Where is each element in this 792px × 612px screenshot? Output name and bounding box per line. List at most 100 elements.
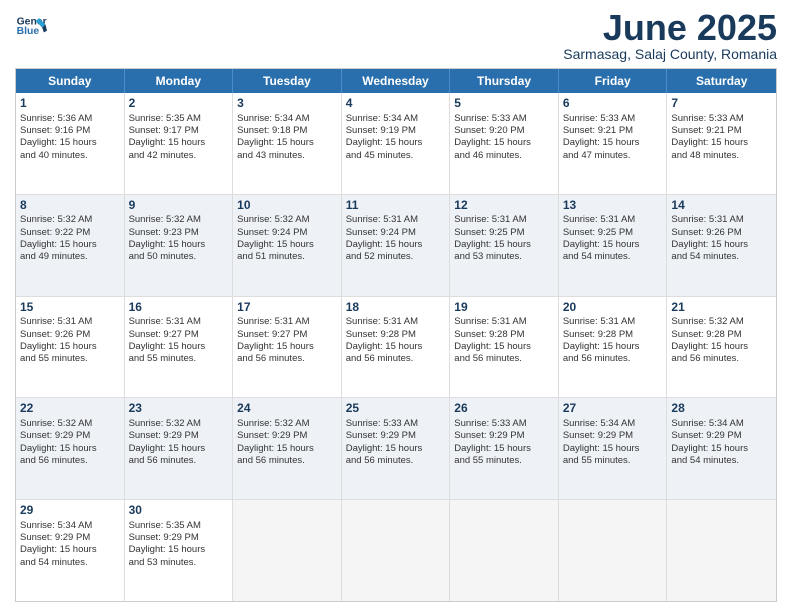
day-number: 27 xyxy=(563,401,663,417)
calendar-cell: 14Sunrise: 5:31 AM Sunset: 9:26 PM Dayli… xyxy=(667,195,776,296)
calendar-cell: 8Sunrise: 5:32 AM Sunset: 9:22 PM Daylig… xyxy=(16,195,125,296)
week-row-5: 29Sunrise: 5:34 AM Sunset: 9:29 PM Dayli… xyxy=(16,500,776,601)
day-info: Sunrise: 5:32 AM Sunset: 9:28 PM Dayligh… xyxy=(671,316,772,365)
calendar-cell: 25Sunrise: 5:33 AM Sunset: 9:29 PM Dayli… xyxy=(342,398,451,499)
calendar-cell: 9Sunrise: 5:32 AM Sunset: 9:23 PM Daylig… xyxy=(125,195,234,296)
day-number: 22 xyxy=(20,401,120,417)
calendar-cell: 16Sunrise: 5:31 AM Sunset: 9:27 PM Dayli… xyxy=(125,297,234,398)
calendar-cell: 3Sunrise: 5:34 AM Sunset: 9:18 PM Daylig… xyxy=(233,93,342,194)
calendar-body: 1Sunrise: 5:36 AM Sunset: 9:16 PM Daylig… xyxy=(16,93,776,601)
calendar-cell: 12Sunrise: 5:31 AM Sunset: 9:25 PM Dayli… xyxy=(450,195,559,296)
calendar-cell: 19Sunrise: 5:31 AM Sunset: 9:28 PM Dayli… xyxy=(450,297,559,398)
day-info: Sunrise: 5:31 AM Sunset: 9:25 PM Dayligh… xyxy=(563,214,663,263)
day-info: Sunrise: 5:34 AM Sunset: 9:19 PM Dayligh… xyxy=(346,113,446,162)
day-number: 25 xyxy=(346,401,446,417)
calendar-cell: 22Sunrise: 5:32 AM Sunset: 9:29 PM Dayli… xyxy=(16,398,125,499)
calendar-cell: 10Sunrise: 5:32 AM Sunset: 9:24 PM Dayli… xyxy=(233,195,342,296)
calendar-cell xyxy=(233,500,342,601)
calendar-cell: 5Sunrise: 5:33 AM Sunset: 9:20 PM Daylig… xyxy=(450,93,559,194)
day-info: Sunrise: 5:32 AM Sunset: 9:22 PM Dayligh… xyxy=(20,214,120,263)
calendar-cell: 30Sunrise: 5:35 AM Sunset: 9:29 PM Dayli… xyxy=(125,500,234,601)
day-info: Sunrise: 5:31 AM Sunset: 9:28 PM Dayligh… xyxy=(563,316,663,365)
calendar-cell xyxy=(559,500,668,601)
header-tuesday: Tuesday xyxy=(233,69,342,93)
calendar-cell: 7Sunrise: 5:33 AM Sunset: 9:21 PM Daylig… xyxy=(667,93,776,194)
calendar-cell xyxy=(342,500,451,601)
day-info: Sunrise: 5:32 AM Sunset: 9:29 PM Dayligh… xyxy=(129,418,229,467)
day-info: Sunrise: 5:32 AM Sunset: 9:29 PM Dayligh… xyxy=(237,418,337,467)
calendar-cell: 4Sunrise: 5:34 AM Sunset: 9:19 PM Daylig… xyxy=(342,93,451,194)
day-number: 18 xyxy=(346,300,446,316)
week-row-1: 1Sunrise: 5:36 AM Sunset: 9:16 PM Daylig… xyxy=(16,93,776,195)
day-number: 20 xyxy=(563,300,663,316)
day-number: 2 xyxy=(129,96,229,112)
day-info: Sunrise: 5:33 AM Sunset: 9:29 PM Dayligh… xyxy=(346,418,446,467)
svg-text:Blue: Blue xyxy=(17,26,40,37)
calendar-cell: 6Sunrise: 5:33 AM Sunset: 9:21 PM Daylig… xyxy=(559,93,668,194)
calendar-cell: 1Sunrise: 5:36 AM Sunset: 9:16 PM Daylig… xyxy=(16,93,125,194)
day-info: Sunrise: 5:32 AM Sunset: 9:23 PM Dayligh… xyxy=(129,214,229,263)
day-number: 14 xyxy=(671,198,772,214)
day-number: 23 xyxy=(129,401,229,417)
day-info: Sunrise: 5:32 AM Sunset: 9:24 PM Dayligh… xyxy=(237,214,337,263)
day-info: Sunrise: 5:31 AM Sunset: 9:27 PM Dayligh… xyxy=(129,316,229,365)
calendar-cell: 17Sunrise: 5:31 AM Sunset: 9:27 PM Dayli… xyxy=(233,297,342,398)
header-sunday: Sunday xyxy=(16,69,125,93)
logo: General Blue xyxy=(15,10,47,42)
calendar-cell: 27Sunrise: 5:34 AM Sunset: 9:29 PM Dayli… xyxy=(559,398,668,499)
day-number: 13 xyxy=(563,198,663,214)
day-number: 17 xyxy=(237,300,337,316)
day-number: 16 xyxy=(129,300,229,316)
day-info: Sunrise: 5:34 AM Sunset: 9:29 PM Dayligh… xyxy=(671,418,772,467)
calendar-cell xyxy=(450,500,559,601)
calendar-cell: 18Sunrise: 5:31 AM Sunset: 9:28 PM Dayli… xyxy=(342,297,451,398)
logo-icon: General Blue xyxy=(15,10,47,42)
day-number: 15 xyxy=(20,300,120,316)
day-info: Sunrise: 5:34 AM Sunset: 9:29 PM Dayligh… xyxy=(563,418,663,467)
week-row-3: 15Sunrise: 5:31 AM Sunset: 9:26 PM Dayli… xyxy=(16,297,776,399)
day-info: Sunrise: 5:31 AM Sunset: 9:26 PM Dayligh… xyxy=(671,214,772,263)
calendar-cell: 15Sunrise: 5:31 AM Sunset: 9:26 PM Dayli… xyxy=(16,297,125,398)
month-title: June 2025 xyxy=(563,10,777,46)
day-info: Sunrise: 5:33 AM Sunset: 9:29 PM Dayligh… xyxy=(454,418,554,467)
day-number: 21 xyxy=(671,300,772,316)
day-info: Sunrise: 5:31 AM Sunset: 9:28 PM Dayligh… xyxy=(454,316,554,365)
day-info: Sunrise: 5:34 AM Sunset: 9:18 PM Dayligh… xyxy=(237,113,337,162)
day-number: 12 xyxy=(454,198,554,214)
day-number: 26 xyxy=(454,401,554,417)
day-info: Sunrise: 5:33 AM Sunset: 9:20 PM Dayligh… xyxy=(454,113,554,162)
day-number: 5 xyxy=(454,96,554,112)
page: General Blue June 2025 Sarmasag, Salaj C… xyxy=(0,0,792,612)
calendar: Sunday Monday Tuesday Wednesday Thursday… xyxy=(15,68,777,602)
day-number: 30 xyxy=(129,503,229,519)
day-number: 28 xyxy=(671,401,772,417)
calendar-cell: 13Sunrise: 5:31 AM Sunset: 9:25 PM Dayli… xyxy=(559,195,668,296)
day-number: 4 xyxy=(346,96,446,112)
day-number: 11 xyxy=(346,198,446,214)
day-info: Sunrise: 5:33 AM Sunset: 9:21 PM Dayligh… xyxy=(563,113,663,162)
header-friday: Friday xyxy=(559,69,668,93)
calendar-cell: 20Sunrise: 5:31 AM Sunset: 9:28 PM Dayli… xyxy=(559,297,668,398)
calendar-cell: 23Sunrise: 5:32 AM Sunset: 9:29 PM Dayli… xyxy=(125,398,234,499)
calendar-cell: 11Sunrise: 5:31 AM Sunset: 9:24 PM Dayli… xyxy=(342,195,451,296)
day-info: Sunrise: 5:31 AM Sunset: 9:25 PM Dayligh… xyxy=(454,214,554,263)
subtitle: Sarmasag, Salaj County, Romania xyxy=(563,46,777,62)
calendar-cell xyxy=(667,500,776,601)
header-monday: Monday xyxy=(125,69,234,93)
calendar-cell: 2Sunrise: 5:35 AM Sunset: 9:17 PM Daylig… xyxy=(125,93,234,194)
day-info: Sunrise: 5:34 AM Sunset: 9:29 PM Dayligh… xyxy=(20,520,120,569)
calendar-cell: 26Sunrise: 5:33 AM Sunset: 9:29 PM Dayli… xyxy=(450,398,559,499)
day-info: Sunrise: 5:31 AM Sunset: 9:28 PM Dayligh… xyxy=(346,316,446,365)
day-info: Sunrise: 5:31 AM Sunset: 9:26 PM Dayligh… xyxy=(20,316,120,365)
header-wednesday: Wednesday xyxy=(342,69,451,93)
header-saturday: Saturday xyxy=(667,69,776,93)
day-info: Sunrise: 5:36 AM Sunset: 9:16 PM Dayligh… xyxy=(20,113,120,162)
day-info: Sunrise: 5:31 AM Sunset: 9:24 PM Dayligh… xyxy=(346,214,446,263)
day-number: 3 xyxy=(237,96,337,112)
calendar-cell: 24Sunrise: 5:32 AM Sunset: 9:29 PM Dayli… xyxy=(233,398,342,499)
day-number: 1 xyxy=(20,96,120,112)
day-number: 19 xyxy=(454,300,554,316)
week-row-4: 22 Sunrise: 5:32 AM Sunset: 9:29 PM Dayli… xyxy=(16,398,776,500)
day-number: 9 xyxy=(129,198,229,214)
header: General Blue June 2025 Sarmasag, Salaj C… xyxy=(15,10,777,62)
